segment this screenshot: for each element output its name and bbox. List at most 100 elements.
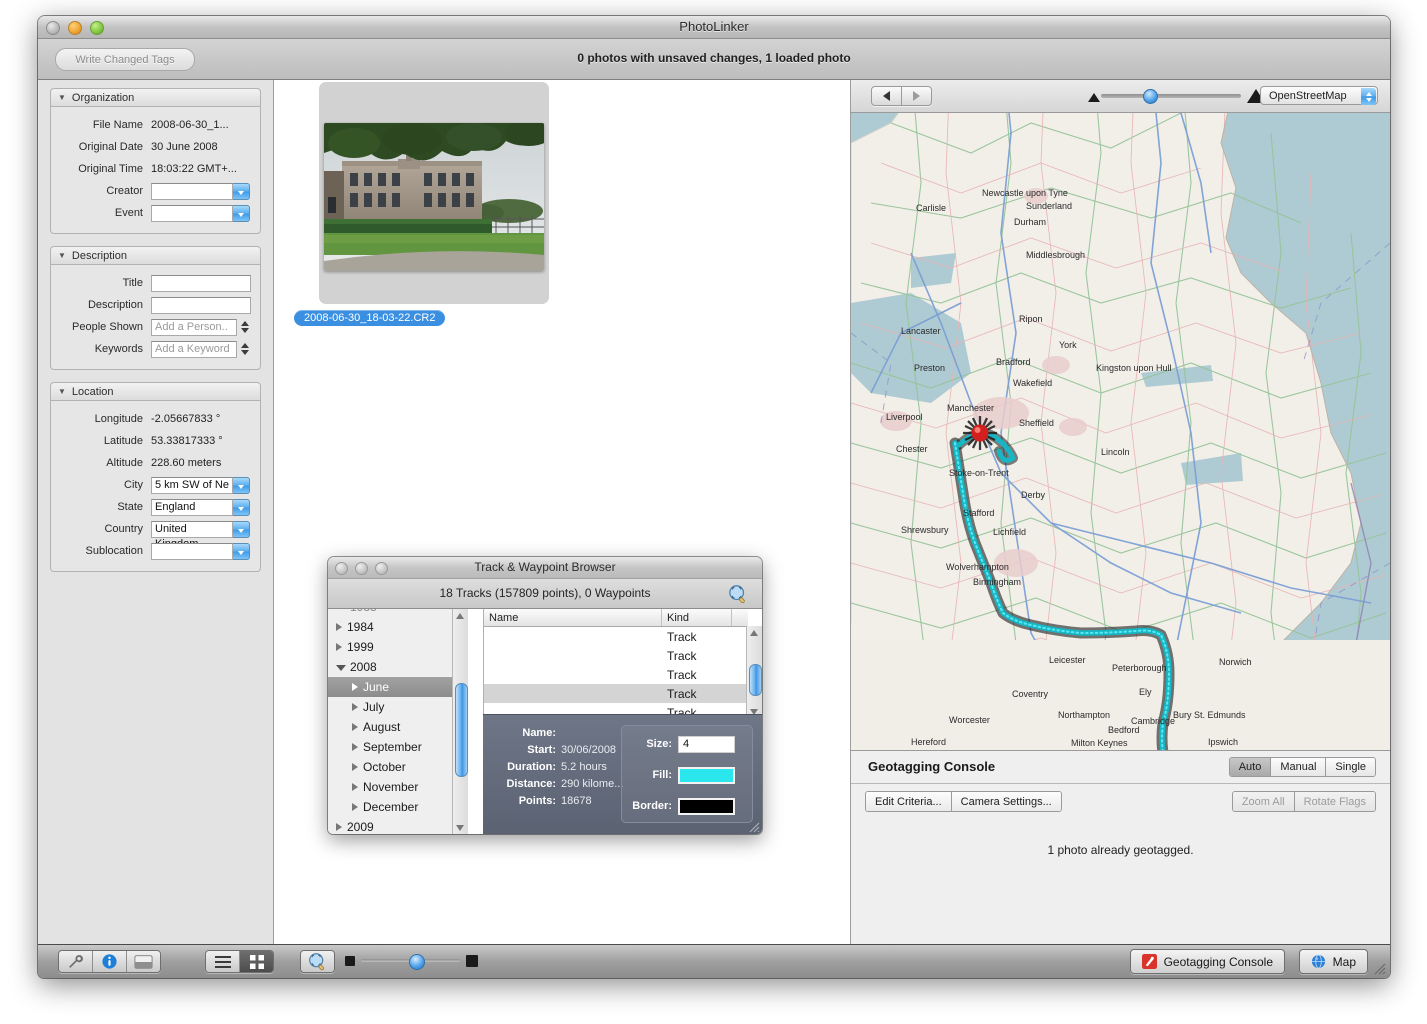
creator-combo[interactable] (151, 183, 250, 200)
geotagging-left-buttons[interactable]: Edit Criteria... Camera Settings... (865, 791, 1062, 812)
disclosure-closed-icon[interactable] (336, 643, 342, 651)
title-input[interactable] (151, 275, 251, 292)
table-row[interactable]: Track (484, 665, 748, 684)
map-source-dropdown[interactable]: OpenStreetMap (1260, 86, 1378, 105)
mode-manual-button[interactable]: Manual (1270, 758, 1325, 776)
disclosure-triangle-icon[interactable]: ▼ (58, 387, 66, 396)
list-view-icon[interactable] (206, 951, 239, 972)
slider-knob[interactable] (409, 954, 425, 970)
style-border-swatch[interactable] (678, 798, 735, 815)
table-row[interactable]: Track (484, 646, 748, 665)
style-size-input[interactable]: 4 (678, 736, 735, 753)
description-input[interactable] (151, 297, 251, 314)
track-list-scrollbar[interactable] (746, 626, 762, 719)
map-navigation-buttons[interactable] (871, 86, 932, 106)
tree-item-2008[interactable]: 2008 (328, 657, 467, 677)
people-shown-stepper-icon[interactable] (238, 319, 251, 336)
keywords-control[interactable]: Add a Keyword (151, 341, 251, 358)
sublocation-input[interactable] (151, 543, 233, 560)
slider-knob[interactable] (1143, 89, 1158, 104)
chevron-down-icon[interactable] (233, 183, 250, 200)
wrench-icon[interactable] (59, 951, 92, 972)
tree-item-december[interactable]: December (328, 797, 467, 817)
tree-item-2009[interactable]: 2009 (328, 817, 467, 834)
disclosure-closed-icon[interactable] (352, 723, 358, 731)
city-combo[interactable]: 5 km SW of Ne (151, 477, 250, 494)
keywords-input[interactable]: Add a Keyword (151, 341, 237, 358)
rotate-flags-button[interactable]: Rotate Flags (1294, 792, 1375, 811)
chevron-down-icon[interactable] (233, 205, 250, 222)
chevron-down-icon[interactable] (233, 521, 250, 538)
magnifier-icon[interactable] (301, 951, 334, 972)
up-down-chevron-icon[interactable] (1361, 88, 1376, 105)
map-toggle-button[interactable]: Map (1299, 949, 1368, 974)
magnify-group[interactable] (300, 950, 335, 973)
scroll-up-arrow-icon[interactable] (456, 613, 464, 619)
disclosure-closed-icon[interactable] (352, 703, 358, 711)
people-shown-control[interactable]: Add a Person.. (151, 319, 251, 336)
info-icon[interactable] (92, 951, 126, 972)
people-shown-input[interactable]: Add a Person.. (151, 319, 237, 336)
photo-filename-badge[interactable]: 2008-06-30_18-03-22.CR2 (294, 310, 445, 326)
zoom-all-button[interactable]: Zoom All (1233, 792, 1294, 811)
country-combo[interactable]: United Kingdom (151, 521, 250, 538)
style-fill-swatch[interactable] (678, 767, 735, 784)
edit-criteria-button[interactable]: Edit Criteria... (866, 792, 951, 811)
camera-settings-button[interactable]: Camera Settings... (951, 792, 1061, 811)
disclosure-closed-icon[interactable] (352, 783, 358, 791)
disclosure-triangle-icon[interactable]: ▼ (58, 93, 66, 102)
disclosure-closed-icon[interactable] (352, 803, 358, 811)
tree-item-july[interactable]: July (328, 697, 467, 717)
scroll-down-arrow-icon[interactable] (456, 825, 464, 831)
geotagging-mode-segments[interactable]: Auto Manual Single (1229, 757, 1376, 777)
window-resize-grip[interactable] (1372, 961, 1386, 975)
date-tree[interactable]: 1983 198419992008JuneJulyAugustSeptember… (328, 609, 467, 834)
country-input[interactable]: United Kingdom (151, 521, 233, 538)
location-header[interactable]: ▼ Location (50, 382, 261, 401)
map-canvas[interactable]: CarlisleNewcastle upon TyneSunderlandDur… (851, 113, 1390, 750)
city-input[interactable]: 5 km SW of Ne (151, 477, 233, 494)
creator-input[interactable] (151, 183, 233, 200)
view-mode-group[interactable] (205, 950, 274, 973)
disclosure-triangle-icon[interactable]: ▼ (58, 251, 66, 260)
scrollbar-thumb[interactable] (455, 683, 468, 777)
tree-item-september[interactable]: September (328, 737, 467, 757)
event-input[interactable] (151, 205, 233, 222)
tree-item-june[interactable]: June (328, 677, 467, 697)
state-combo[interactable]: England (151, 499, 250, 516)
magnifier-icon[interactable] (728, 584, 748, 604)
chevron-down-icon[interactable] (233, 499, 250, 516)
panel-icon[interactable] (126, 951, 160, 972)
disclosure-open-icon[interactable] (336, 665, 346, 671)
tree-item-august[interactable]: August (328, 717, 467, 737)
geotagging-console-toggle-button[interactable]: Geotagging Console (1130, 949, 1285, 974)
disclosure-closed-icon[interactable] (352, 743, 358, 751)
photo-thumbnail-cell[interactable] (319, 82, 549, 304)
column-header-name[interactable]: Name (484, 609, 662, 626)
bottom-left-button-group[interactable] (58, 950, 161, 973)
event-combo[interactable] (151, 205, 250, 222)
table-row[interactable]: Track (484, 627, 748, 646)
keywords-stepper-icon[interactable] (238, 341, 251, 358)
map-forward-button[interactable] (901, 87, 931, 105)
map-zoom-slider[interactable] (1101, 88, 1241, 104)
disclosure-closed-icon[interactable] (336, 823, 342, 831)
geotagging-right-buttons[interactable]: Zoom All Rotate Flags (1232, 791, 1376, 812)
tree-item-november[interactable]: November (328, 777, 467, 797)
tree-item-1999[interactable]: 1999 (328, 637, 467, 657)
photo-thumbnail-image[interactable] (324, 123, 544, 271)
table-row[interactable]: Track (484, 684, 748, 703)
tree-item-1984[interactable]: 1984 (328, 617, 467, 637)
chevron-down-icon[interactable] (233, 477, 250, 494)
state-input[interactable]: England (151, 499, 233, 516)
tree-scrollbar[interactable] (452, 609, 468, 834)
description-header[interactable]: ▼ Description (50, 246, 261, 265)
sublocation-combo[interactable] (151, 543, 250, 560)
grid-view-icon[interactable] (239, 951, 273, 972)
disclosure-closed-icon[interactable] (336, 623, 342, 631)
mode-single-button[interactable]: Single (1325, 758, 1375, 776)
mode-auto-button[interactable]: Auto (1230, 758, 1271, 776)
organization-header[interactable]: ▼ Organization (50, 88, 261, 107)
thumbnail-size-slider[interactable] (343, 951, 478, 971)
scroll-up-arrow-icon[interactable] (750, 630, 758, 636)
